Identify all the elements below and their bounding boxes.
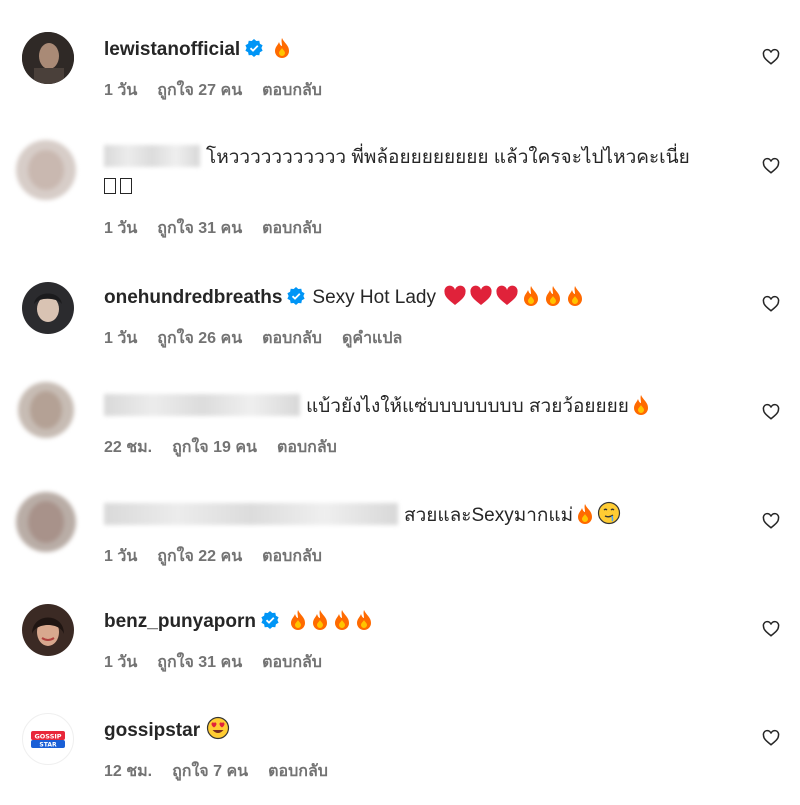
like-heart-icon[interactable] xyxy=(762,157,780,175)
reply-button[interactable]: ตอบกลับ xyxy=(262,548,322,565)
fire-emoji-icon xyxy=(524,286,539,306)
avatar-image xyxy=(16,140,76,200)
fire-emoji-icon xyxy=(568,286,583,306)
comment-time: 1 วัน xyxy=(104,548,138,565)
blurred-username[interactable] xyxy=(104,394,300,416)
comment-time: 1 วัน xyxy=(104,82,138,99)
likes-count[interactable]: ถูกใจ 31 คน xyxy=(157,654,242,671)
fire-emoji-icon xyxy=(313,610,328,630)
svg-text:GOSSIP: GOSSIP xyxy=(34,733,61,741)
avatar[interactable]: GOSSIP STAR xyxy=(22,713,74,765)
fire-emoji-icon xyxy=(578,504,593,524)
comment-time: 1 วัน xyxy=(104,220,138,237)
likes-count[interactable]: ถูกใจ 7 คน xyxy=(172,763,248,780)
likes-count[interactable]: ถูกใจ 31 คน xyxy=(157,220,242,237)
like-heart-icon[interactable] xyxy=(762,729,780,747)
verified-badge-icon xyxy=(245,39,263,57)
reply-button[interactable]: ตอบกลับ xyxy=(277,439,337,456)
reply-button[interactable]: ตอบกลับ xyxy=(262,330,322,347)
avatar-image xyxy=(18,382,74,438)
username[interactable]: lewistanofficial xyxy=(104,39,240,60)
svg-text:STAR: STAR xyxy=(39,741,57,748)
avatar[interactable] xyxy=(22,282,74,334)
see-translation-button[interactable]: ดูคำแปล xyxy=(342,330,402,347)
drooling-face-emoji-icon xyxy=(598,501,621,525)
missing-glyph-icon xyxy=(120,178,132,194)
username[interactable]: onehundredbreaths xyxy=(104,287,282,308)
blurred-username[interactable] xyxy=(104,145,200,167)
username[interactable]: gossipstar xyxy=(104,720,200,741)
avatar-image xyxy=(16,492,76,552)
likes-count[interactable]: ถูกใจ 26 คน xyxy=(157,330,242,347)
gossipstar-logo-icon: GOSSIP STAR xyxy=(31,731,65,748)
avatar[interactable] xyxy=(16,140,76,200)
avatar[interactable] xyxy=(22,604,74,656)
comment-text: Sexy Hot Lady xyxy=(312,287,436,308)
avatar[interactable] xyxy=(18,382,74,438)
comment-text: โหววววววววววว พี่พล้อยยยยยยยย แล้วใครจะไ… xyxy=(206,147,690,168)
reply-button[interactable]: ตอบกลับ xyxy=(262,220,322,237)
heart-emoji-icon xyxy=(470,285,492,305)
avatar[interactable] xyxy=(22,32,74,84)
fire-emoji-icon xyxy=(546,286,561,306)
like-heart-icon[interactable] xyxy=(762,620,780,638)
verified-badge-icon xyxy=(261,611,279,629)
like-heart-icon[interactable] xyxy=(762,512,780,530)
like-heart-icon[interactable] xyxy=(762,295,780,313)
heart-eyes-emoji-icon xyxy=(206,716,230,740)
comment-time: 1 วัน xyxy=(104,654,138,671)
comment-time: 1 วัน xyxy=(104,330,138,347)
reply-button[interactable]: ตอบกลับ xyxy=(262,82,322,99)
reply-button[interactable]: ตอบกลับ xyxy=(262,654,322,671)
fire-emoji-icon xyxy=(357,610,372,630)
comment-time: 22 ชม. xyxy=(104,439,153,456)
fire-emoji-icon xyxy=(291,610,306,630)
comment-text: สวยและSexyมากแม่ xyxy=(404,505,574,526)
fire-emoji-icon xyxy=(633,395,648,415)
avatar-image xyxy=(22,32,74,84)
username[interactable]: benz_punyaporn xyxy=(104,611,256,632)
heart-emoji-icon xyxy=(444,285,466,305)
like-heart-icon[interactable] xyxy=(762,403,780,421)
reply-button[interactable]: ตอบกลับ xyxy=(268,763,328,780)
likes-count[interactable]: ถูกใจ 19 คน xyxy=(172,439,257,456)
fire-emoji-icon xyxy=(335,610,350,630)
likes-count[interactable]: ถูกใจ 27 คน xyxy=(157,82,242,99)
likes-count[interactable]: ถูกใจ 22 คน xyxy=(157,548,242,565)
heart-emoji-icon xyxy=(496,285,518,305)
fire-emoji-icon xyxy=(275,38,290,58)
avatar[interactable] xyxy=(16,492,76,552)
comment-text: แบ้วยังไงให้แซ่บบบบบบบบ สวยว้อยยยย xyxy=(306,396,629,417)
blurred-username[interactable] xyxy=(104,503,398,525)
avatar-image xyxy=(22,282,74,334)
verified-badge-icon xyxy=(287,287,306,305)
comment-time: 12 ชม. xyxy=(104,763,153,780)
avatar-image xyxy=(22,604,74,656)
missing-glyph-icon xyxy=(104,178,116,194)
like-heart-icon[interactable] xyxy=(762,48,780,66)
